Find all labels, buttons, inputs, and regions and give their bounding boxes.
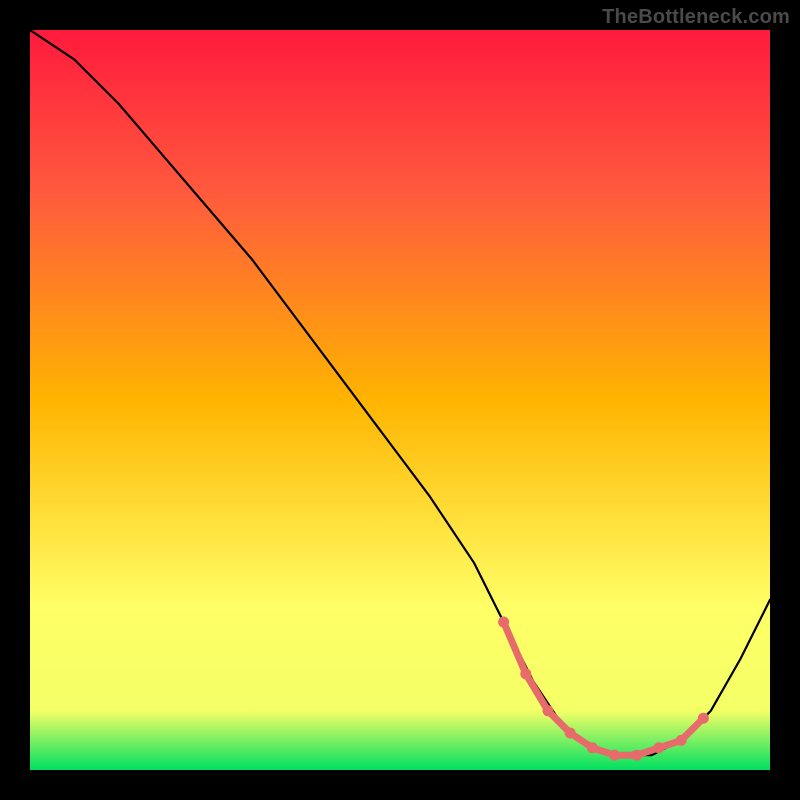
marker-dot — [609, 750, 620, 761]
marker-dot — [498, 617, 509, 628]
marker-dot — [676, 735, 687, 746]
marker-dot — [587, 742, 598, 753]
marker-dot — [543, 705, 554, 716]
marker-dot — [565, 728, 576, 739]
bottleneck-chart — [30, 30, 770, 770]
gradient-background — [30, 30, 770, 770]
marker-dot — [631, 750, 642, 761]
attribution-label: TheBottleneck.com — [602, 6, 790, 29]
marker-dot — [520, 668, 531, 679]
marker-dot — [654, 742, 665, 753]
marker-dot — [698, 713, 709, 724]
chart-frame: TheBottleneck.com — [0, 0, 800, 800]
